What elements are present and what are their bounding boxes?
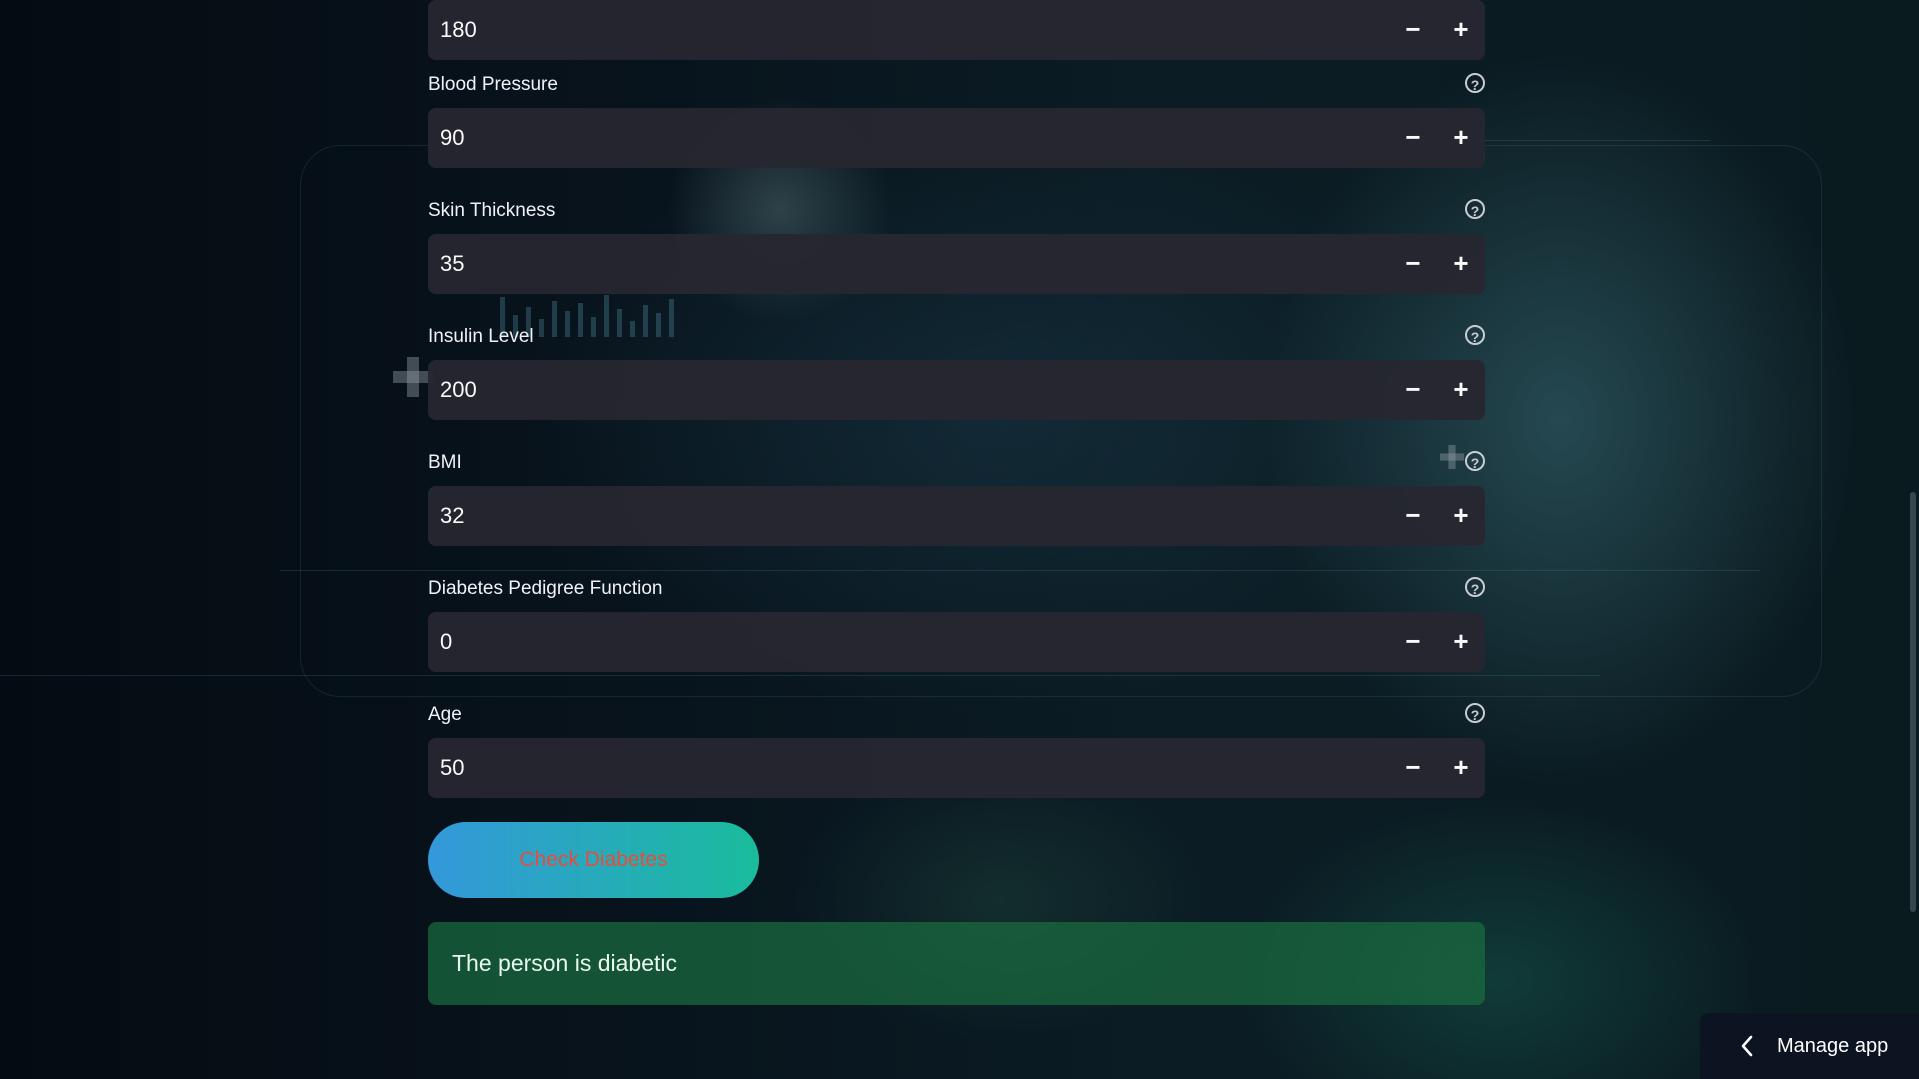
increment-button[interactable]: + [1437, 738, 1485, 798]
increment-button[interactable]: + [1437, 612, 1485, 672]
manage-app-label: Manage app [1777, 1035, 1889, 1057]
number-input[interactable]: 50 − + [428, 738, 1485, 798]
number-input[interactable]: 200 − + [428, 360, 1485, 420]
decrement-button[interactable]: − [1389, 486, 1437, 546]
result-text: The person is diabetic [452, 950, 678, 976]
input-value[interactable]: 200 [440, 360, 477, 420]
question-circle-icon[interactable]: ? [1465, 73, 1485, 93]
result-alert: The person is diabetic [428, 922, 1485, 1005]
increment-button[interactable]: + [1437, 360, 1485, 420]
decrement-button[interactable]: − [1389, 612, 1437, 672]
decrement-button[interactable]: − [1389, 738, 1437, 798]
decrement-button[interactable]: − [1389, 0, 1437, 60]
number-input[interactable]: 90 − + [428, 108, 1485, 168]
question-circle-icon[interactable]: ? [1465, 451, 1485, 471]
input-value[interactable]: 50 [440, 738, 464, 798]
background-line [280, 570, 1760, 571]
input-value[interactable]: 180 [440, 0, 477, 60]
increment-button[interactable]: + [1437, 234, 1485, 294]
number-input[interactable]: 32 − + [428, 486, 1485, 546]
field-label: Blood Pressure [428, 74, 558, 95]
input-value[interactable]: 0 [440, 612, 452, 672]
scrollbar-thumb[interactable] [1910, 492, 1916, 912]
chevron-left-icon [1741, 1035, 1753, 1057]
check-diabetes-button[interactable]: Check Diabetes [428, 822, 759, 898]
medical-cross-icon [393, 357, 433, 397]
background-line [0, 675, 1600, 676]
input-value[interactable]: 35 [440, 234, 464, 294]
field-label: Insulin Level [428, 326, 534, 347]
question-circle-icon[interactable]: ? [1465, 577, 1485, 597]
decrement-button[interactable]: − [1389, 108, 1437, 168]
input-value[interactable]: 32 [440, 486, 464, 546]
input-value[interactable]: 90 [440, 108, 464, 168]
decrement-button[interactable]: − [1389, 234, 1437, 294]
question-circle-icon[interactable]: ? [1465, 199, 1485, 219]
number-input[interactable]: 35 − + [428, 234, 1485, 294]
field-label: BMI [428, 452, 462, 473]
field-label: Age [428, 704, 462, 725]
question-circle-icon[interactable]: ? [1465, 703, 1485, 723]
increment-button[interactable]: + [1437, 0, 1485, 60]
number-input[interactable]: 180 − + [428, 0, 1485, 60]
number-input[interactable]: 0 − + [428, 612, 1485, 672]
medical-cross-icon [1440, 445, 1464, 469]
field-label: Skin Thickness [428, 200, 556, 221]
decrement-button[interactable]: − [1389, 360, 1437, 420]
increment-button[interactable]: + [1437, 108, 1485, 168]
question-circle-icon[interactable]: ? [1465, 325, 1485, 345]
increment-button[interactable]: + [1437, 486, 1485, 546]
field-label: Diabetes Pedigree Function [428, 578, 663, 599]
manage-app-button[interactable]: Manage app [1700, 1013, 1919, 1079]
